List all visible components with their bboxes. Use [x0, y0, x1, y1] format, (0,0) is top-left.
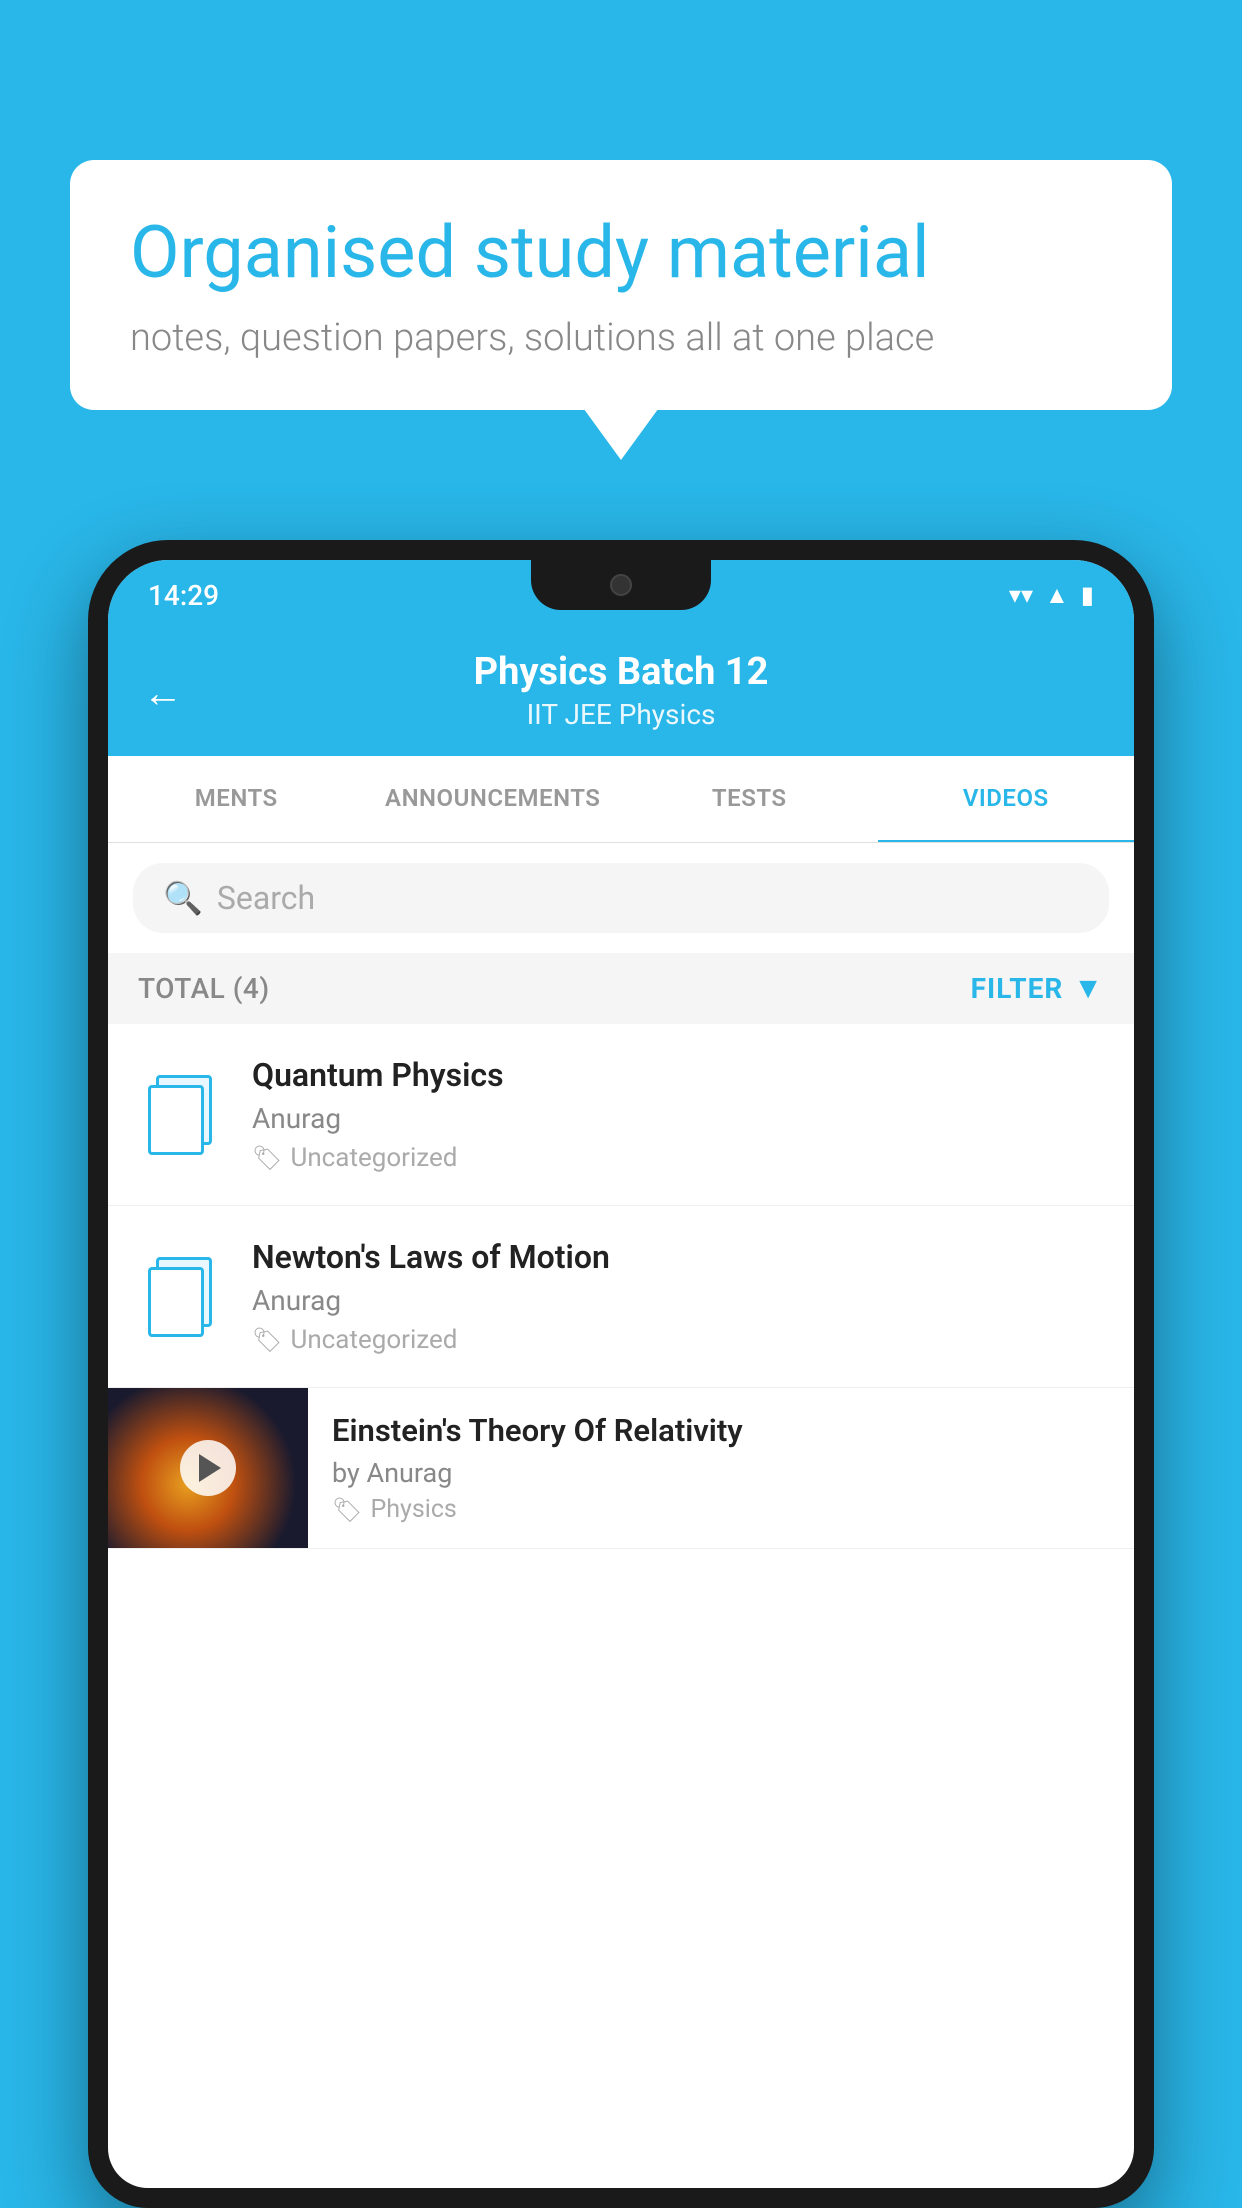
filter-icon: ▼	[1073, 971, 1104, 1006]
video-title-3: Einstein's Theory Of Relativity	[332, 1412, 1110, 1449]
video-author-2: Anurag	[252, 1284, 1104, 1317]
file-page-front-1	[148, 1085, 204, 1155]
play-icon-3	[199, 1454, 221, 1482]
status-bar: 14:29 ▾▾ ▲ ▮	[108, 560, 1134, 630]
tag-label-2: Uncategorized	[290, 1325, 457, 1355]
video-list: Quantum Physics Anurag 🏷 Uncategorized	[108, 1024, 1134, 1549]
file-icon-container-1	[138, 1075, 228, 1155]
search-bar[interactable]: 🔍 Search	[133, 863, 1109, 933]
speech-bubble-subtext: notes, question papers, solutions all at…	[130, 316, 1112, 360]
screen-subtitle: IIT JEE Physics	[148, 698, 1094, 731]
video-tag-1: 🏷 Uncategorized	[252, 1143, 1104, 1173]
video-title-2: Newton's Laws of Motion	[252, 1238, 1104, 1276]
screen-title: Physics Batch 12	[148, 650, 1094, 694]
tag-icon-3: 🏷	[332, 1496, 362, 1524]
search-placeholder: Search	[217, 879, 315, 917]
notch	[531, 560, 711, 610]
video-info-3: Einstein's Theory Of Relativity by Anura…	[308, 1392, 1134, 1544]
tag-icon-2: 🏷	[252, 1326, 282, 1354]
tab-tests[interactable]: TESTS	[621, 756, 878, 842]
file-icon-1	[148, 1075, 218, 1155]
video-item-2[interactable]: Newton's Laws of Motion Anurag 🏷 Uncateg…	[108, 1206, 1134, 1388]
file-page-front-2	[148, 1267, 204, 1337]
search-container: 🔍 Search	[108, 843, 1134, 953]
phone-screen: 14:29 ▾▾ ▲ ▮ ← Physics Batch 12 IIT JEE …	[108, 560, 1134, 2188]
file-icon-container-2	[138, 1257, 228, 1337]
speech-bubble-section: Organised study material notes, question…	[70, 160, 1172, 410]
video-author-1: Anurag	[252, 1102, 1104, 1135]
speech-bubble-headline: Organised study material	[130, 210, 1112, 296]
tag-label-1: Uncategorized	[290, 1143, 457, 1173]
wifi-icon: ▾▾	[1009, 581, 1033, 609]
status-time: 14:29	[148, 579, 219, 612]
tab-videos[interactable]: VIDEOS	[878, 756, 1135, 843]
video-title-1: Quantum Physics	[252, 1056, 1104, 1094]
video-tag-2: 🏷 Uncategorized	[252, 1325, 1104, 1355]
tag-icon-1: 🏷	[252, 1144, 282, 1172]
app-header: ← Physics Batch 12 IIT JEE Physics	[108, 630, 1134, 756]
tag-label-3: Physics	[370, 1495, 456, 1524]
battery-icon: ▮	[1081, 581, 1094, 609]
file-icon-2	[148, 1257, 218, 1337]
thumbnail-3	[108, 1388, 308, 1548]
camera-dot	[610, 574, 632, 596]
filter-bar: TOTAL (4) FILTER ▼	[108, 953, 1134, 1024]
signal-icon: ▲	[1045, 581, 1069, 610]
speech-bubble: Organised study material notes, question…	[70, 160, 1172, 410]
total-label: TOTAL (4)	[138, 972, 270, 1005]
tab-bar: MENTS ANNOUNCEMENTS TESTS VIDEOS	[108, 756, 1134, 843]
play-button-3[interactable]	[180, 1440, 236, 1496]
search-icon: 🔍	[163, 879, 203, 917]
video-info-2: Newton's Laws of Motion Anurag 🏷 Uncateg…	[252, 1238, 1104, 1355]
video-info-1: Quantum Physics Anurag 🏷 Uncategorized	[252, 1056, 1104, 1173]
video-item-3[interactable]: Einstein's Theory Of Relativity by Anura…	[108, 1388, 1134, 1549]
back-button[interactable]: ←	[143, 670, 183, 717]
video-item-1[interactable]: Quantum Physics Anurag 🏷 Uncategorized	[108, 1024, 1134, 1206]
filter-label: FILTER	[971, 972, 1064, 1005]
filter-button[interactable]: FILTER ▼	[971, 971, 1104, 1006]
tab-ments[interactable]: MENTS	[108, 756, 365, 842]
tab-announcements[interactable]: ANNOUNCEMENTS	[365, 756, 622, 842]
video-tag-3: 🏷 Physics	[332, 1495, 1110, 1524]
video-author-3: by Anurag	[332, 1457, 1110, 1489]
phone-frame: 14:29 ▾▾ ▲ ▮ ← Physics Batch 12 IIT JEE …	[88, 540, 1154, 2208]
status-icons: ▾▾ ▲ ▮	[1009, 581, 1094, 610]
